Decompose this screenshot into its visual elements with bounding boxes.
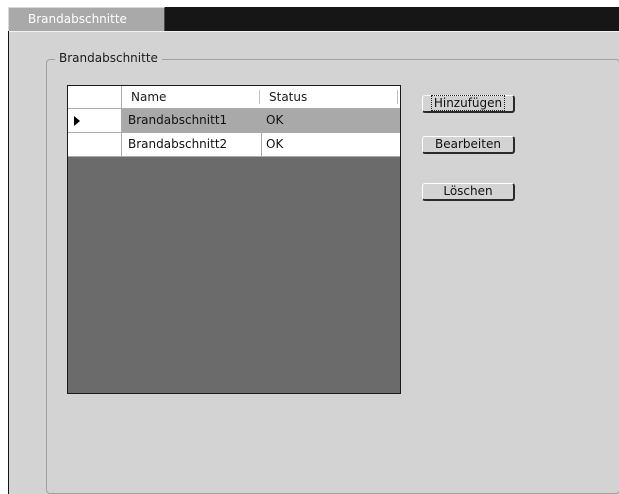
delete-button-label: Löschen [443,184,493,198]
edit-button[interactable]: Bearbeiten [422,136,515,154]
tab-strip: Brandabschnitte [8,7,619,31]
tab-brandabschnitte[interactable]: Brandabschnitte [8,7,165,31]
column-header-label: Status [269,90,308,104]
row-header[interactable] [68,109,122,133]
tab-panel: Brandabschnitte Name Status Brandabschni… [9,31,619,494]
delete-button[interactable]: Löschen [422,183,515,201]
data-grid[interactable]: Name Status Brandabschnitt1 OK Brandabsc… [67,85,401,394]
column-separator[interactable] [397,90,398,104]
triangle-right-icon [74,116,80,126]
cell-name[interactable]: Brandabschnitt2 [122,133,262,157]
column-header-status[interactable]: Status [262,86,400,109]
column-header-name[interactable]: Name [122,86,262,109]
window: Brandabschnitte Brandabschnitte Name Sta… [8,7,619,494]
groupbox-label: Brandabschnitte [55,51,162,65]
cell-status[interactable]: OK [262,109,400,133]
edit-button-label: Bearbeiten [435,137,501,151]
cell-name[interactable]: Brandabschnitt1 [122,109,262,133]
row-header[interactable] [68,133,122,157]
add-button[interactable]: Hinzufügen [422,95,515,113]
add-button-label: Hinzufügen [430,95,506,111]
grid-header-corner [68,86,122,109]
cell-status[interactable]: OK [262,133,400,157]
column-separator[interactable] [259,90,260,104]
table-row[interactable]: Brandabschnitt2 OK [68,133,400,157]
column-header-label: Name [131,90,167,104]
table-row[interactable]: Brandabschnitt1 OK [68,109,400,133]
